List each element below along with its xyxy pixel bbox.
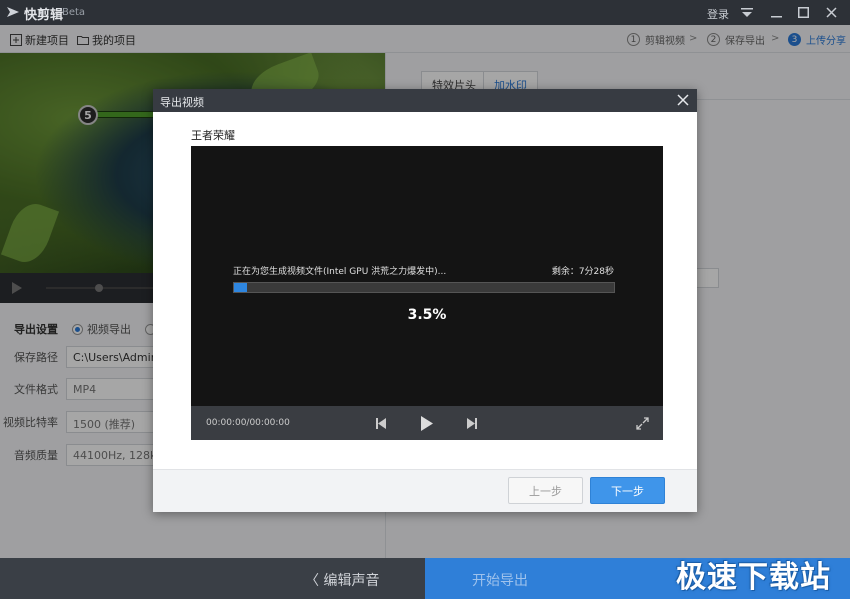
close-icon[interactable] bbox=[675, 92, 691, 108]
dialog-title: 导出视频 bbox=[160, 96, 204, 109]
site-watermark: 极速下载站 bbox=[676, 560, 831, 595]
export-video-dialog: 导出视频 王者荣耀 正在为您生成视频文件(Intel GPU 洪荒之力爆发中).… bbox=[153, 89, 697, 512]
logo-icon bbox=[7, 7, 19, 17]
progress-fill bbox=[234, 283, 248, 292]
login-link[interactable]: 登录 bbox=[707, 6, 729, 22]
progress-percent: 3.5% bbox=[407, 307, 447, 323]
app-title: 快剪辑 bbox=[24, 8, 64, 23]
previous-step-button[interactable]: 上一步 bbox=[508, 477, 583, 504]
dialog-header: 导出视频 bbox=[153, 89, 697, 112]
play-icon[interactable] bbox=[418, 414, 436, 432]
dialog-footer: 上一步 下一步 bbox=[153, 469, 697, 512]
title-bar: 快剪辑 Beta 登录 bbox=[0, 0, 850, 25]
minimize-icon[interactable] bbox=[763, 0, 789, 25]
export-player: 正在为您生成视频文件(Intel GPU 洪荒之力爆发中)... 剩余：7分28… bbox=[191, 146, 663, 440]
skip-back-icon[interactable] bbox=[372, 414, 390, 432]
time-readout: 00:00:00/00:00:00 bbox=[206, 418, 290, 428]
project-name: 王者荣耀 bbox=[191, 129, 235, 142]
chevron-left-icon: 〈 bbox=[305, 573, 324, 589]
export-progress-bar bbox=[233, 282, 615, 293]
maximize-icon[interactable] bbox=[790, 0, 816, 25]
edit-audio-button[interactable]: 〈 编辑声音 bbox=[305, 570, 379, 590]
progress-status-text: 正在为您生成视频文件(Intel GPU 洪荒之力爆发中)... bbox=[233, 267, 447, 277]
remaining-time: 剩余：7分28秒 bbox=[551, 267, 614, 277]
player-controls: 00:00:00/00:00:00 bbox=[191, 406, 663, 440]
fullscreen-icon[interactable] bbox=[633, 414, 651, 432]
edit-audio-label: 编辑声音 bbox=[323, 573, 380, 589]
skip-forward-icon[interactable] bbox=[463, 414, 481, 432]
close-icon[interactable] bbox=[818, 0, 844, 25]
beta-badge: Beta bbox=[62, 7, 86, 18]
next-step-button[interactable]: 下一步 bbox=[590, 477, 665, 504]
menu-icon[interactable] bbox=[734, 0, 760, 25]
